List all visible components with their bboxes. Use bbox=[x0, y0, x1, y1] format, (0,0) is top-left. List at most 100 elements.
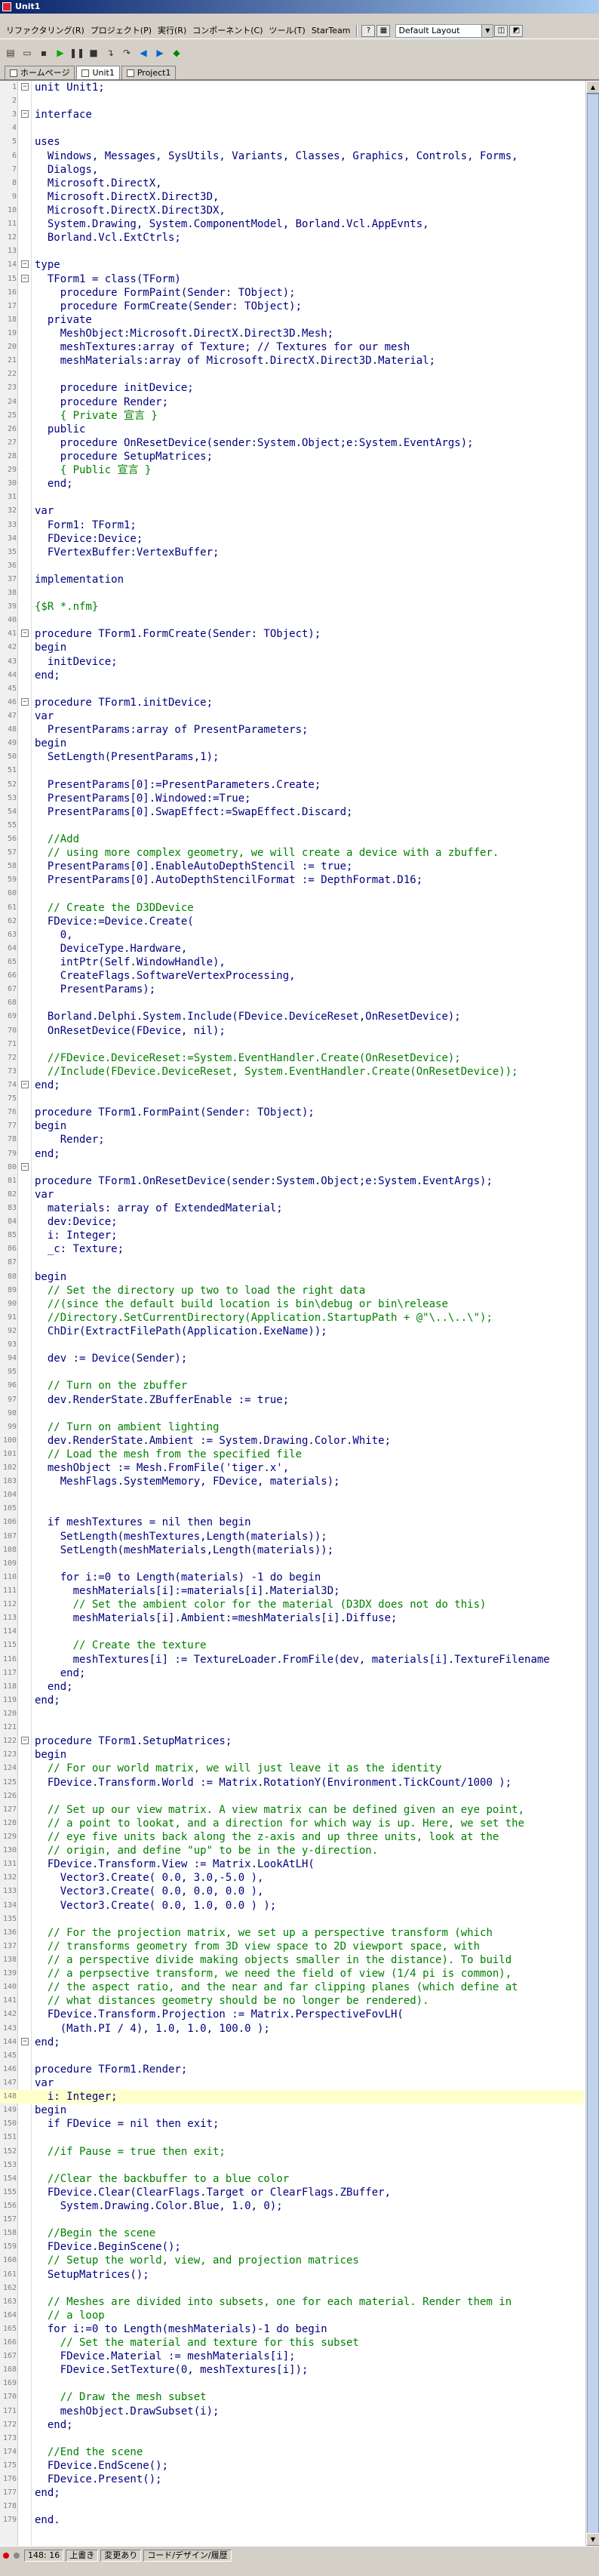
code-line[interactable]: 162 bbox=[0, 2282, 584, 2295]
code-line[interactable]: 34 FDevice:Device; bbox=[0, 532, 584, 546]
code-line[interactable]: 168 FDevice.SetTexture(0, meshTextures[i… bbox=[0, 2363, 584, 2377]
code-line[interactable]: 44 end; bbox=[0, 669, 584, 682]
view-tabs[interactable]: コード/デザイン/履歴 bbox=[143, 2550, 232, 2562]
code-line[interactable]: 144− end; bbox=[0, 2036, 584, 2049]
open-icon[interactable]: ▭ bbox=[20, 45, 35, 60]
menu-tools[interactable]: ツール(T) bbox=[266, 23, 309, 38]
code-line[interactable]: 75 bbox=[0, 1092, 584, 1106]
code-line[interactable]: 93 bbox=[0, 1338, 584, 1352]
code-line[interactable]: 90 //(since the default build location i… bbox=[0, 1297, 584, 1311]
code-line[interactable]: 167 FDevice.Material := meshMaterials[i]… bbox=[0, 2350, 584, 2363]
fold-toggle-icon[interactable]: − bbox=[21, 260, 29, 269]
code-line[interactable]: 176 FDevice.Present(); bbox=[0, 2473, 584, 2486]
code-line[interactable]: 127 // Set up our view matrix. A view ma… bbox=[0, 1803, 584, 1817]
tab-project1[interactable]: Project1 bbox=[121, 66, 177, 79]
code-line[interactable]: 55 bbox=[0, 819, 584, 833]
code-line[interactable]: 3− interface bbox=[0, 108, 584, 122]
code-line[interactable]: 132 Vector3.Create( 0.0, 3.0,-5.0 ), bbox=[0, 1871, 584, 1885]
code-line[interactable]: 153 bbox=[0, 2159, 584, 2172]
code-line[interactable]: 114 bbox=[0, 1625, 584, 1639]
code-line[interactable]: 149 begin bbox=[0, 2104, 584, 2117]
tab-home-page[interactable]: ホームページ bbox=[5, 66, 75, 79]
code-line[interactable]: 51 bbox=[0, 764, 584, 777]
code-line[interactable]: 105 bbox=[0, 1502, 584, 1516]
code-line[interactable]: 29 { Public 宣言 } bbox=[0, 463, 584, 477]
code-line[interactable]: 157 bbox=[0, 2213, 584, 2227]
code-line[interactable]: 53 PresentParams[0].Windowed:=True; bbox=[0, 792, 584, 805]
code-line[interactable]: 95 bbox=[0, 1365, 584, 1379]
code-line[interactable]: 121 bbox=[0, 1721, 584, 1734]
component-icon[interactable]: ◆ bbox=[169, 45, 184, 60]
fold-toggle-icon[interactable]: − bbox=[21, 110, 29, 118]
code-line[interactable]: 24 procedure Render; bbox=[0, 395, 584, 409]
code-line[interactable]: 32 var bbox=[0, 504, 584, 518]
code-line[interactable]: 174 //End the scene bbox=[0, 2445, 584, 2459]
code-line[interactable]: 7 Dialogs, bbox=[0, 163, 584, 177]
code-line[interactable]: 56 //Add bbox=[0, 833, 584, 846]
code-line[interactable]: 88 begin bbox=[0, 1270, 584, 1284]
code-line[interactable]: 172 end; bbox=[0, 2418, 584, 2432]
code-line[interactable]: 87 bbox=[0, 1256, 584, 1270]
code-line[interactable]: 100 dev.RenderState.Ambient := System.Dr… bbox=[0, 1434, 584, 1448]
code-line[interactable]: 10 Microsoft.DirectX.Direct3DX, bbox=[0, 204, 584, 217]
code-line[interactable]: 2 bbox=[0, 94, 584, 108]
code-line[interactable]: 161 SetupMatrices(); bbox=[0, 2268, 584, 2282]
code-line[interactable]: 63 0, bbox=[0, 928, 584, 942]
code-line[interactable]: 65 intPtr(Self.WindowHandle), bbox=[0, 956, 584, 969]
code-line[interactable]: 25 { Private 宣言 } bbox=[0, 409, 584, 423]
forward-icon[interactable]: ▶ bbox=[152, 45, 167, 60]
code-line[interactable]: 26 public bbox=[0, 423, 584, 436]
code-line[interactable]: 76 procedure TForm1.FormPaint(Sender: TOb… bbox=[0, 1106, 584, 1119]
save-layout-icon[interactable]: ◫ bbox=[494, 24, 508, 37]
code-line[interactable]: 50 SetLength(PresentParams,1); bbox=[0, 750, 584, 764]
fold-toggle-icon[interactable]: − bbox=[21, 1737, 29, 1745]
run-icon[interactable]: ▶ bbox=[53, 45, 68, 60]
code-line[interactable]: 68 bbox=[0, 996, 584, 1010]
code-line[interactable]: 19 MeshObject:Microsoft.DirectX.Direct3D… bbox=[0, 327, 584, 340]
code-line[interactable]: 97 dev.RenderState.ZBufferEnable := true… bbox=[0, 1393, 584, 1407]
back-icon[interactable]: ◀ bbox=[136, 45, 151, 60]
code-line[interactable]: 22 bbox=[0, 368, 584, 381]
code-line[interactable]: 9 Microsoft.DirectX.Direct3D, bbox=[0, 190, 584, 204]
code-line[interactable]: 116 meshTextures[i] := TextureLoader.Fro… bbox=[0, 1653, 584, 1667]
menu-component[interactable]: コンポーネント(C) bbox=[189, 23, 266, 38]
code-line[interactable]: 117 end; bbox=[0, 1667, 584, 1680]
menu-refactoring[interactable]: リファクタリング(R) bbox=[3, 23, 88, 38]
code-line[interactable]: 62 FDevice:=Device.Create( bbox=[0, 915, 584, 928]
fold-toggle-icon[interactable]: − bbox=[21, 629, 29, 638]
fold-toggle-icon[interactable]: − bbox=[21, 2037, 29, 2045]
layout-select[interactable]: Default Layout ▼ bbox=[395, 23, 494, 38]
code-line[interactable]: 118 end; bbox=[0, 1680, 584, 1694]
code-line[interactable]: 23 procedure initDevice; bbox=[0, 381, 584, 395]
code-line[interactable]: 160 // Setup the world, view, and projec… bbox=[0, 2254, 584, 2267]
code-line[interactable]: 80− bbox=[0, 1161, 584, 1174]
layout-icon[interactable]: ▦ bbox=[376, 24, 391, 37]
code-line[interactable]: 59 PresentParams[0].AutoDepthStencilForm… bbox=[0, 873, 584, 887]
code-line[interactable]: 109 bbox=[0, 1557, 584, 1571]
code-line[interactable]: 47 var bbox=[0, 709, 584, 723]
code-line[interactable]: 21 meshMaterials:array of Microsoft.Dire… bbox=[0, 354, 584, 368]
code-line[interactable]: 128 // a point to lookat, and a directio… bbox=[0, 1817, 584, 1830]
code-line[interactable]: 150 if FDevice = nil then exit; bbox=[0, 2117, 584, 2131]
code-line[interactable]: 170 // Draw the mesh subset bbox=[0, 2390, 584, 2404]
code-line[interactable]: 120 bbox=[0, 1707, 584, 1721]
fold-toggle-icon[interactable]: − bbox=[21, 274, 29, 282]
code-line[interactable]: 171 meshObject.DrawSubset(i); bbox=[0, 2405, 584, 2418]
code-line[interactable]: 142 FDevice.Transform.Projection := Matr… bbox=[0, 2008, 584, 2021]
code-line[interactable]: 5 uses bbox=[0, 135, 584, 149]
code-line[interactable]: 89 // Set the directory up two to load t… bbox=[0, 1284, 584, 1297]
code-line[interactable]: 57 // using more complex geometry, we wi… bbox=[0, 846, 584, 860]
code-line[interactable]: 154 //Clear the backbuffer to a blue col… bbox=[0, 2172, 584, 2186]
code-line[interactable]: 11 System.Drawing, System.ComponentModel… bbox=[0, 217, 584, 231]
code-line[interactable]: 36 bbox=[0, 559, 584, 573]
code-line[interactable]: 148 i: Integer; bbox=[0, 2090, 584, 2104]
code-line[interactable]: 1− unit Unit1; bbox=[0, 81, 584, 94]
trace-into-icon[interactable]: ↴ bbox=[103, 45, 118, 60]
code-area[interactable]: 1− unit Unit1; 2 3− interface 4 5 uses 6 Windows… bbox=[0, 81, 584, 2528]
code-line[interactable]: 104 bbox=[0, 1488, 584, 1502]
code-line[interactable]: 43 initDevice; bbox=[0, 655, 584, 669]
code-line[interactable]: 130 // origin, and define "up" to be in … bbox=[0, 1844, 584, 1857]
scroll-thumb[interactable] bbox=[587, 94, 599, 2534]
code-line[interactable]: 85 i: Integer; bbox=[0, 1229, 584, 1242]
code-line[interactable]: 37 implementation bbox=[0, 573, 584, 586]
